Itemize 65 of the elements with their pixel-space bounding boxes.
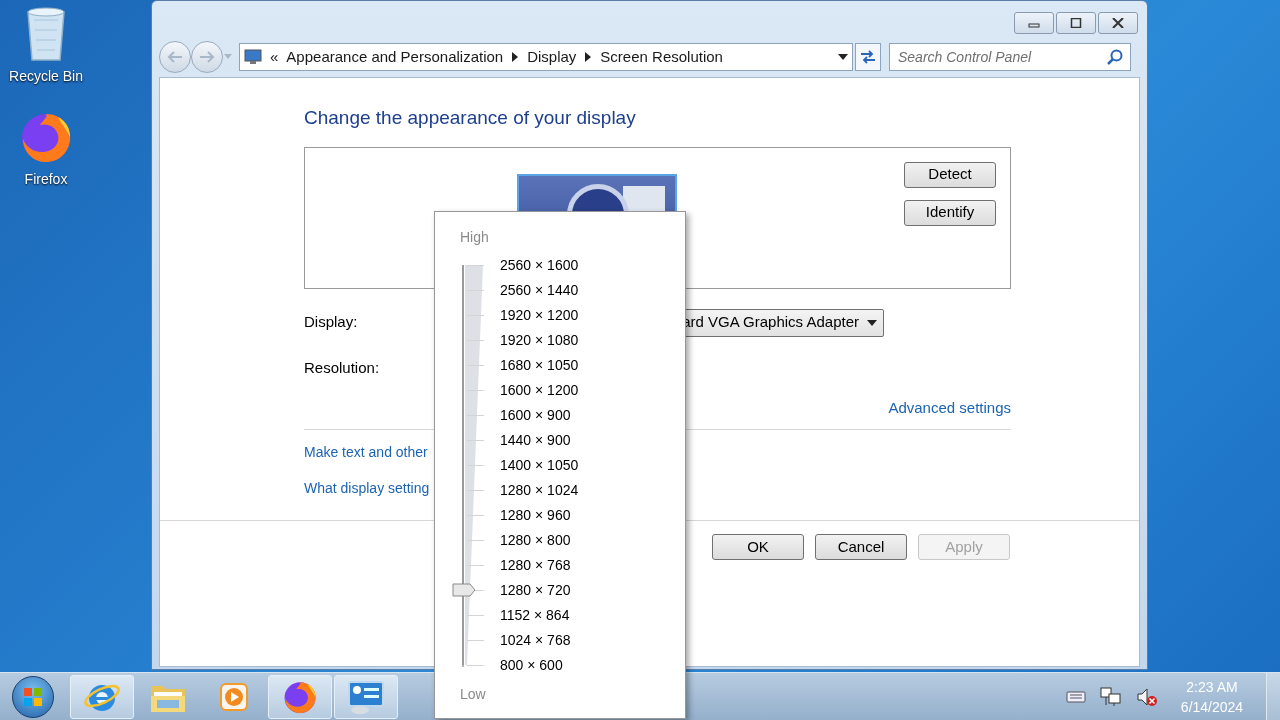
resolution-option[interactable]: 1600 × 1200 [500, 378, 579, 403]
chevron-icon[interactable] [511, 52, 520, 62]
high-label: High [460, 228, 490, 247]
back-button[interactable] [159, 41, 191, 73]
resolution-option[interactable]: 1400 × 1050 [500, 453, 579, 478]
resolution-option[interactable]: 1280 × 960 [500, 503, 579, 528]
recycle-bin-icon [24, 4, 68, 62]
keyboard-icon[interactable] [1066, 690, 1086, 703]
low-label: Low [460, 685, 487, 704]
dropdown-caret-icon [867, 319, 877, 326]
resolution-option[interactable]: 1440 × 900 [500, 428, 579, 453]
taskbar-button[interactable] [70, 674, 134, 719]
resolution-option[interactable]: 1280 × 1024 [500, 478, 579, 503]
resolution-option[interactable]: 1920 × 1200 [500, 303, 579, 328]
advanced-settings-link[interactable]: Advanced settings [888, 396, 1011, 419]
taskbar-button[interactable] [334, 674, 398, 719]
monitor-icon [244, 49, 262, 65]
desktop-icon-label[interactable]: Firefox [24, 169, 68, 190]
resolution-option[interactable]: 1680 × 1050 [500, 353, 579, 378]
windows-logo-icon [23, 686, 43, 707]
breadcrumb-item[interactable]: Appearance and Personalization [286, 45, 504, 69]
field-label: Resolution: [304, 358, 380, 379]
maximize-button[interactable] [1056, 12, 1096, 34]
resolution-option[interactable]: 2560 × 1440 [500, 278, 579, 303]
breadcrumb-item[interactable]: Screen Resolution [600, 45, 723, 69]
search-field[interactable]: Search Control Panel [889, 43, 1131, 71]
taskbar-button[interactable] [268, 674, 332, 719]
forward-button[interactable] [191, 41, 223, 73]
side-button[interactable]: Identify [904, 199, 996, 226]
resolution-option[interactable]: 1280 × 768 [500, 553, 579, 578]
maximize-icon [1070, 18, 1082, 28]
control-panel-icon [346, 678, 386, 715]
slider-thumb[interactable] [452, 583, 476, 597]
breadcrumb-item[interactable]: Display [527, 45, 577, 69]
side-button[interactable]: Detect [904, 161, 996, 188]
refresh-arrows-icon [860, 50, 876, 64]
resolution-option[interactable]: 1280 × 800 [500, 528, 579, 553]
field-label: Display: [304, 312, 359, 333]
left-arrow-icon [167, 51, 183, 63]
resolution-option[interactable]: 1600 × 900 [500, 403, 579, 428]
help-link[interactable]: What display setting [304, 478, 430, 499]
resolution-option[interactable]: 2560 × 1600 [500, 253, 579, 278]
address-bar[interactable]: « Appearance and Personalization Display Screen Resolution [239, 43, 853, 71]
close-icon [1112, 18, 1124, 28]
desktop-icon-label[interactable]: Recycle Bin [9, 66, 83, 87]
search-icon [1107, 49, 1123, 65]
chevron-icon[interactable] [584, 52, 593, 62]
dialog-button[interactable]: OK [712, 534, 804, 560]
refresh-button[interactable] [855, 43, 881, 71]
right-arrow-icon [199, 51, 215, 63]
page-heading: Change the appearance of your display [304, 106, 637, 130]
help-link[interactable]: Make text and other [304, 442, 428, 463]
start-button[interactable] [12, 675, 54, 718]
close-button[interactable] [1098, 12, 1138, 34]
network-icon[interactable] [1100, 686, 1122, 707]
resolution-option[interactable]: 1280 × 720 [500, 578, 579, 603]
resolution-option[interactable]: 1024 × 768 [500, 628, 579, 653]
resolution-option[interactable]: 1920 × 1080 [500, 328, 579, 353]
dropdown-caret-icon[interactable] [838, 54, 848, 60]
muted-speaker-icon[interactable] [1136, 686, 1158, 707]
dialog-button[interactable]: Cancel [815, 534, 907, 560]
resolution-option[interactable]: 800 × 600 [500, 653, 579, 678]
breadcrumb-overflow[interactable]: « [270, 45, 279, 69]
resolution-option[interactable]: 1152 × 864 [500, 603, 579, 628]
media-player-icon [218, 680, 250, 713]
